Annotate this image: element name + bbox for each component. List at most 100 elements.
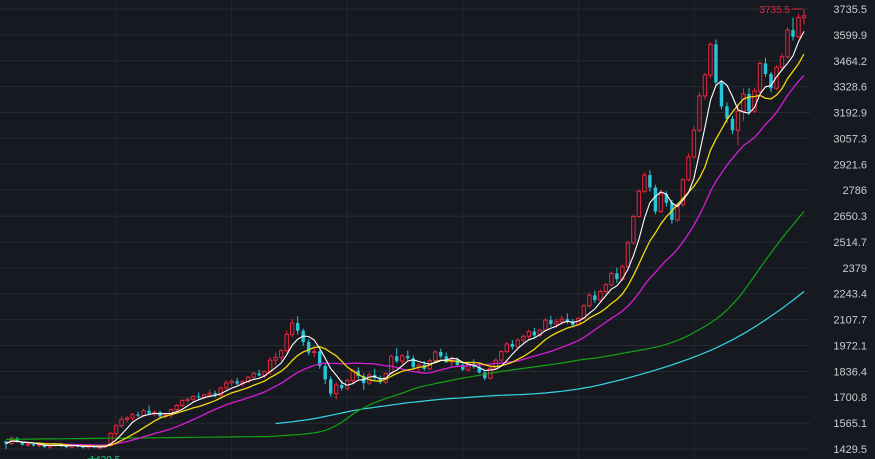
- candle-body-up: [741, 93, 746, 112]
- candle-body-up: [735, 110, 741, 131]
- candle-body-down: [791, 30, 795, 37]
- candle-body-up: [609, 272, 614, 286]
- candle-body-up: [779, 56, 785, 68]
- candle-body-up: [603, 284, 609, 292]
- candle-body-up: [179, 399, 185, 406]
- candle-body-up: [785, 29, 790, 58]
- candle-body-up: [223, 382, 229, 389]
- candle-body-up: [625, 242, 631, 268]
- candle-body-up: [697, 95, 702, 131]
- y-tick-label: 3192.9: [833, 108, 867, 120]
- candle-body-up: [130, 414, 135, 419]
- y-tick-label: 3599.9: [833, 30, 867, 42]
- candle-body-up: [559, 318, 565, 322]
- candle-body-up: [289, 322, 295, 335]
- candle-body-up: [124, 417, 130, 420]
- candle-body-up: [686, 156, 691, 181]
- candle-body-up: [207, 392, 212, 396]
- min-price-label: 1429.5: [90, 455, 121, 459]
- y-tick-label: 1429.5: [833, 444, 867, 456]
- y-tick-label: 2379: [843, 263, 867, 275]
- candle-body-up: [796, 17, 801, 38]
- candle-body-up: [526, 331, 532, 337]
- candle-body-up: [587, 294, 592, 307]
- candle-body-up: [119, 418, 124, 427]
- candle-body-up: [267, 359, 273, 373]
- candle-body-down: [483, 372, 487, 379]
- y-tick-label: 3057.3: [833, 133, 867, 145]
- candle-body-up: [174, 404, 179, 411]
- y-tick-label: 3464.2: [833, 56, 867, 68]
- candle-body-down: [235, 381, 239, 384]
- candle-body-up: [278, 350, 284, 358]
- candle-body-down: [648, 175, 652, 188]
- candle-body-up: [113, 425, 119, 435]
- candle-body-up: [400, 355, 405, 362]
- candle-body-down: [763, 63, 768, 74]
- candle-body-up: [636, 190, 642, 218]
- candle-body-up: [389, 355, 394, 375]
- candle-body-up: [433, 351, 438, 362]
- candle-body-up: [598, 290, 603, 301]
- candle-body-up: [631, 216, 636, 244]
- max-price-label: 3735.5: [759, 5, 790, 16]
- y-tick-label: 2243.4: [833, 289, 867, 301]
- y-tick-label: 1565.1: [833, 418, 867, 430]
- y-tick-label: 1700.8: [833, 392, 867, 404]
- candle-body-up: [801, 15, 807, 19]
- chart-canvas: 3735.5 3599.9 3464.2 3328.6 3192.9 3057.3 2921…: [0, 0, 867, 459]
- y-tick-label: 3328.6: [833, 82, 867, 94]
- candle-body-down: [196, 396, 201, 398]
- candle-body-up: [543, 319, 548, 331]
- candle-body-up: [334, 384, 339, 395]
- candle-body-up: [515, 339, 521, 348]
- candle-body-up: [273, 356, 278, 361]
- candle-body-up: [521, 335, 526, 341]
- candle-body-down: [532, 331, 537, 336]
- candle-body-down: [593, 295, 597, 301]
- candle-body-down: [653, 187, 658, 212]
- candle-body-down: [136, 414, 140, 416]
- candle-body-up: [499, 351, 504, 361]
- candle-body-up: [229, 380, 234, 384]
- candle-body-down: [323, 365, 327, 380]
- ma60-line: [270, 211, 805, 438]
- candle-body-down: [714, 44, 718, 83]
- y-tick-label: 2921.6: [833, 159, 867, 171]
- candle-body-up: [284, 333, 289, 352]
- candle-body-down: [158, 412, 162, 417]
- candle-body-down: [406, 355, 410, 359]
- candle-body-up: [757, 62, 763, 92]
- candle-body-down: [719, 82, 724, 107]
- candle-body-up: [554, 320, 559, 325]
- candle-body-up: [311, 351, 317, 354]
- candle-body-up: [185, 398, 190, 401]
- y-tick-label: 1836.4: [833, 366, 867, 378]
- candle-body-down: [328, 379, 333, 394]
- candle-body-up: [642, 174, 647, 192]
- candle-body-down: [340, 384, 344, 389]
- ma20-line: [5, 75, 805, 446]
- candle-body-down: [31, 444, 36, 446]
- candle-body-down: [295, 322, 300, 331]
- candle-body-down: [395, 356, 399, 362]
- candle-body-down: [257, 373, 261, 376]
- candle-body-up: [251, 372, 256, 378]
- y-tick-label: 2786: [843, 185, 867, 197]
- candle-body-up: [504, 343, 510, 353]
- candle-body-down: [510, 343, 515, 347]
- candle-body-up: [702, 74, 708, 97]
- y-tick-label: 2514.7: [833, 237, 867, 249]
- y-tick-label: 1972.1: [833, 340, 867, 352]
- y-tick-label: 2107.7: [833, 315, 867, 327]
- candle-body-up: [708, 43, 713, 76]
- candle-body-down: [615, 273, 619, 280]
- candle-body-up: [25, 443, 31, 446]
- candle-body-down: [730, 118, 735, 131]
- y-tick-label: 2650.3: [833, 211, 867, 223]
- candle-body-up: [190, 395, 196, 400]
- candle-body-up: [658, 193, 664, 212]
- candle-body-down: [549, 320, 553, 324]
- candlestick-chart: 3735.5 3599.9 3464.2 3328.6 3192.9 3057.3 2921…: [0, 0, 875, 459]
- candle-body-up: [691, 129, 697, 158]
